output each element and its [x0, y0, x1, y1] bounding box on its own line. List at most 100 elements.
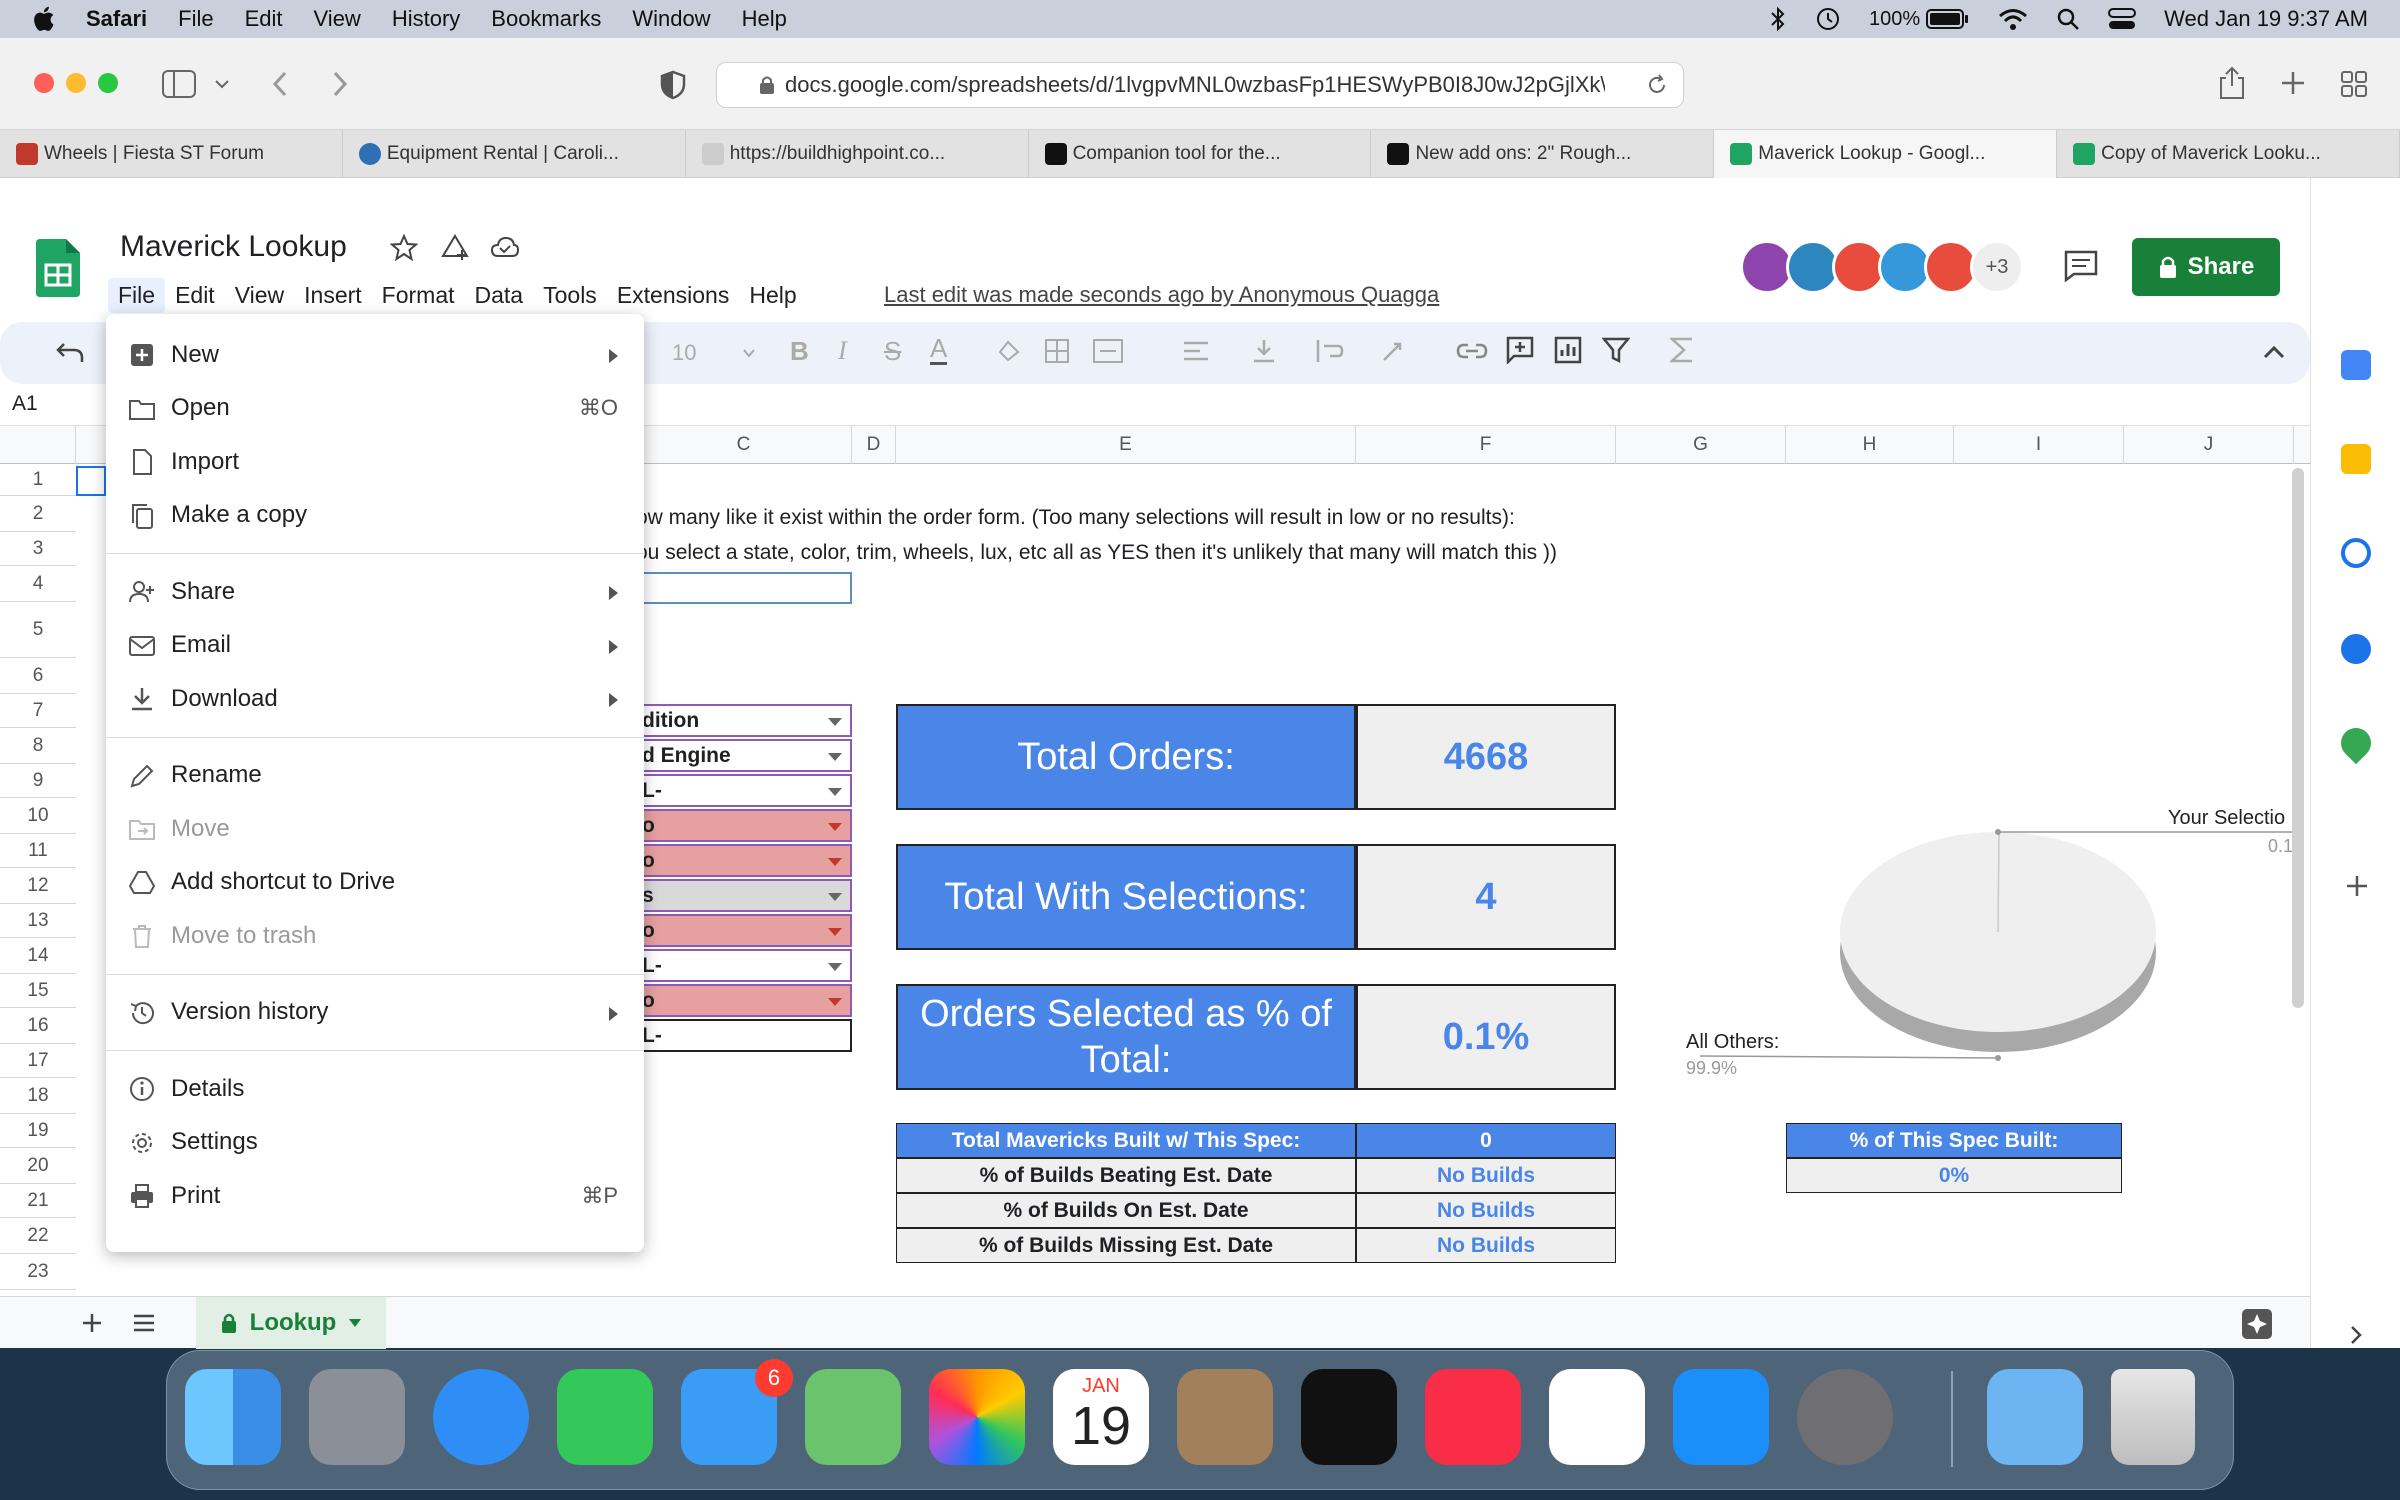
- italic-icon[interactable]: I: [838, 336, 847, 366]
- pie-slice-your-selection[interactable]: [1997, 831, 2000, 933]
- insert-chart-icon[interactable]: [1554, 336, 1582, 364]
- option-dropdown[interactable]: o: [636, 844, 852, 877]
- menu-tools[interactable]: Tools: [533, 278, 607, 313]
- file-menu-open[interactable]: Open ⌘O: [106, 382, 644, 436]
- browser-tab[interactable]: Companion tool for the...: [1029, 130, 1372, 178]
- merge-cells-icon[interactable]: [1092, 338, 1124, 364]
- comment-history-icon[interactable]: [2064, 250, 2098, 282]
- minimize-window-button[interactable]: [66, 73, 86, 93]
- insert-comment-icon[interactable]: [1506, 336, 1534, 364]
- text-color-icon[interactable]: A: [930, 334, 948, 365]
- menubar-clock[interactable]: Wed Jan 19 9:37 AM: [2164, 6, 2368, 32]
- row-header[interactable]: 19: [0, 1114, 76, 1148]
- apple-tv-icon[interactable]: [1301, 1369, 1397, 1465]
- fill-color-icon[interactable]: [996, 338, 1022, 366]
- option-dropdown[interactable]: o: [636, 809, 852, 842]
- option-dropdown[interactable]: o: [636, 984, 852, 1017]
- menu-view[interactable]: View: [225, 278, 294, 313]
- address-bar[interactable]: docs.google.com/spreadsheets/d/1lvgpvMNL…: [716, 62, 1684, 108]
- maps-app-icon[interactable]: [805, 1369, 901, 1465]
- music-icon[interactable]: [1425, 1369, 1521, 1465]
- strikethrough-icon[interactable]: S: [884, 336, 901, 367]
- forward-icon[interactable]: [330, 70, 350, 98]
- row-header[interactable]: 3: [0, 532, 76, 566]
- wifi-icon[interactable]: [1998, 7, 2028, 31]
- option-cell[interactable]: L-: [636, 1019, 852, 1052]
- row-header[interactable]: 9: [0, 764, 76, 798]
- column-header[interactable]: D: [852, 426, 896, 464]
- control-center-icon[interactable]: [2108, 7, 2137, 31]
- app-store-icon[interactable]: [1673, 1369, 1769, 1465]
- maps-icon[interactable]: [2334, 721, 2378, 765]
- column-header[interactable]: I: [1954, 426, 2124, 464]
- undo-icon[interactable]: [56, 340, 84, 364]
- row-header[interactable]: 4: [0, 566, 76, 602]
- get-add-ons-icon[interactable]: [2345, 874, 2369, 898]
- option-dropdown[interactable]: L-: [636, 949, 852, 982]
- cell-reference[interactable]: A1: [12, 392, 38, 416]
- calendar-app-icon[interactable]: JAN 19: [1053, 1369, 1149, 1465]
- browser-tab[interactable]: Wheels | Fiesta ST Forum: [0, 130, 343, 178]
- menubar-file[interactable]: File: [178, 6, 213, 32]
- messages-icon[interactable]: [557, 1369, 653, 1465]
- safari-icon[interactable]: [433, 1369, 529, 1465]
- functions-icon[interactable]: [1670, 336, 1694, 364]
- sheet-tab-lookup[interactable]: Lookup: [196, 1297, 386, 1349]
- file-menu-settings[interactable]: Settings: [106, 1116, 644, 1170]
- news-icon[interactable]: [1549, 1369, 1645, 1465]
- menu-help[interactable]: Help: [739, 278, 806, 313]
- tab-overview-icon[interactable]: [2340, 70, 2368, 98]
- row-header[interactable]: 17: [0, 1044, 76, 1078]
- explore-icon[interactable]: [2240, 1307, 2274, 1341]
- file-menu-details[interactable]: Details: [106, 1062, 644, 1116]
- back-icon[interactable]: [270, 70, 290, 98]
- all-sheets-icon[interactable]: [132, 1313, 156, 1333]
- menubar-help[interactable]: Help: [742, 6, 787, 32]
- row-header[interactable]: 6: [0, 658, 76, 694]
- collapse-toolbar-icon[interactable]: [2262, 344, 2286, 360]
- menubar-view[interactable]: View: [314, 6, 361, 32]
- row-header[interactable]: 11: [0, 834, 76, 868]
- row-header[interactable]: 23: [0, 1254, 76, 1290]
- launchpad-icon[interactable]: [309, 1369, 405, 1465]
- photos-icon[interactable]: [929, 1369, 1025, 1465]
- font-size-field[interactable]: 10: [672, 340, 696, 366]
- downloads-folder-icon[interactable]: [1987, 1369, 2083, 1465]
- menu-file[interactable]: File: [108, 278, 166, 313]
- selection-pie-chart[interactable]: Your Selectio 0.1 All Others: 99.9%: [1660, 756, 2310, 1136]
- document-title[interactable]: Maverick Lookup: [120, 230, 347, 264]
- borders-icon[interactable]: [1044, 338, 1070, 364]
- browser-tab[interactable]: New add ons: 2" Rough...: [1371, 130, 1715, 178]
- chevron-down-icon[interactable]: [214, 78, 230, 90]
- contacts-icon[interactable]: [2341, 634, 2371, 664]
- contacts-app-icon[interactable]: [1177, 1369, 1273, 1465]
- browser-tab[interactable]: Copy of Maverick Looku...: [2057, 130, 2400, 178]
- row-header[interactable]: 10: [0, 798, 76, 834]
- menubar-window[interactable]: Window: [632, 6, 710, 32]
- file-menu-version-history[interactable]: Version history: [106, 986, 644, 1040]
- column-header[interactable]: H: [1786, 426, 1954, 464]
- file-menu-print[interactable]: Print ⌘P: [106, 1169, 644, 1223]
- reload-icon[interactable]: [1645, 73, 1669, 97]
- bluetooth-icon[interactable]: [1769, 6, 1787, 32]
- finder-icon[interactable]: [185, 1369, 281, 1465]
- row-header[interactable]: 1: [0, 464, 76, 496]
- close-window-button[interactable]: [34, 73, 54, 93]
- cloud-saved-icon[interactable]: [490, 236, 520, 260]
- menubar-history[interactable]: History: [392, 6, 460, 32]
- chevron-down-icon[interactable]: [742, 348, 756, 358]
- move-to-folder-icon[interactable]: [440, 234, 470, 262]
- vertical-align-icon[interactable]: [1252, 338, 1276, 364]
- menu-data[interactable]: Data: [465, 278, 534, 313]
- browser-tab[interactable]: Equipment Rental | Caroli...: [343, 130, 686, 178]
- share-button[interactable]: Share: [2132, 238, 2280, 296]
- sidebar-toggle-icon[interactable]: [162, 70, 196, 98]
- option-dropdown[interactable]: d Engine: [636, 739, 852, 772]
- vertical-scrollbar[interactable]: [2292, 468, 2304, 1008]
- file-menu-rename[interactable]: Rename: [106, 749, 644, 803]
- menubar-app-name[interactable]: Safari: [86, 6, 147, 32]
- option-dropdown[interactable]: o: [636, 914, 852, 947]
- row-header[interactable]: 2: [0, 496, 76, 532]
- sheets-logo-icon[interactable]: [36, 239, 80, 297]
- system-preferences-icon[interactable]: [1797, 1369, 1893, 1465]
